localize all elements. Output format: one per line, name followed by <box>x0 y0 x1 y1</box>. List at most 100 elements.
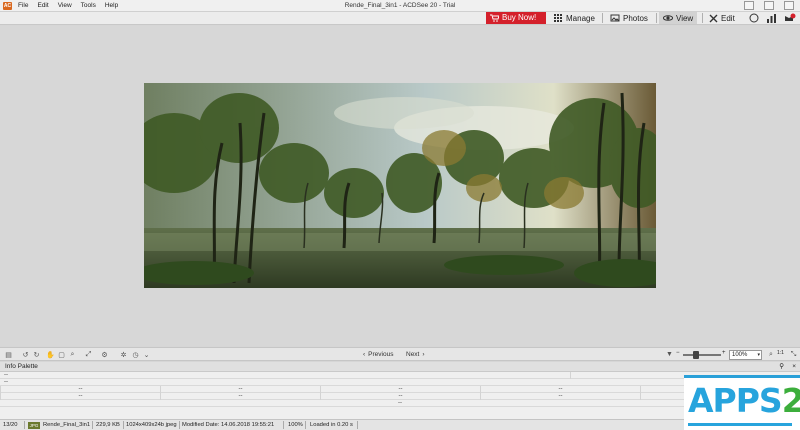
mode-photos-label: Photos <box>623 13 648 23</box>
acdsee-365-button[interactable] <box>748 13 760 23</box>
apps24-watermark-logo: APPS24 <box>684 375 800 430</box>
info-cell: -- <box>0 393 160 400</box>
circle-badge-icon <box>749 13 759 23</box>
menu-tools[interactable]: Tools <box>81 2 96 9</box>
notifications-button[interactable] <box>783 13 797 23</box>
status-filename: Rende_Final_3in1 <box>43 422 91 428</box>
status-modified-date: Modified Date: 14.06.2018 19:55:21 <box>182 422 275 428</box>
title-bar: AC File Edit View Tools Help Rende_Final… <box>0 0 800 12</box>
menu-file[interactable]: File <box>18 2 28 9</box>
file-type-badge: JPG <box>28 422 40 429</box>
status-load-time: Loaded in 0.20 s <box>310 422 353 428</box>
zoom-in-icon[interactable]: + <box>722 350 726 356</box>
zoom-slider[interactable]: − + <box>676 350 728 359</box>
info-palette-header: Info Palette ⚲ × <box>0 362 800 372</box>
mode-edit-label: Edit <box>721 13 735 23</box>
zoom-tool-icon[interactable]: ⌕ <box>68 350 77 359</box>
menu-bar: File Edit View Tools Help <box>18 2 118 9</box>
menu-help[interactable]: Help <box>105 2 118 9</box>
actual-size-label[interactable]: 1:1 <box>777 350 784 356</box>
mode-edit[interactable]: Edit <box>705 12 739 24</box>
info-cell: -- <box>4 372 8 378</box>
more-dropdown-icon[interactable]: ⌄ <box>142 350 151 359</box>
mode-manage-label: Manage <box>566 13 595 23</box>
status-separator <box>357 421 358 429</box>
buy-now-label: Buy Now! <box>502 13 537 22</box>
magnifier-icon[interactable]: ⌕ <box>767 350 775 359</box>
info-cell: -- <box>480 386 640 393</box>
mode-separator <box>602 13 603 23</box>
zoom-slider-thumb[interactable] <box>693 351 699 359</box>
full-screen-icon[interactable]: ⤡ <box>789 350 798 359</box>
rotate-right-icon[interactable]: ↻ <box>32 350 41 359</box>
watermark-text-accent: 24 <box>781 381 800 420</box>
info-cell: -- <box>160 393 320 400</box>
info-palette: Info Palette ⚲ × -- -- -- -- -- -- -- --… <box>0 362 800 419</box>
info-cell: -- <box>4 379 8 385</box>
status-separator <box>123 421 124 429</box>
status-separator <box>283 421 284 429</box>
mode-view[interactable]: View <box>659 12 698 24</box>
status-separator <box>179 421 180 429</box>
zoom-level-value: 100% <box>732 352 748 358</box>
chevron-down-icon: ▾ <box>757 352 760 358</box>
window-controls <box>744 0 794 10</box>
minimize-button[interactable] <box>744 1 754 10</box>
status-file-size: 229,9 KB <box>96 422 120 428</box>
status-dimensions: 1024x409x24b jpeg <box>126 422 177 428</box>
mode-view-label: View <box>676 13 694 23</box>
notification-icon <box>785 13 796 21</box>
image-viewer[interactable] <box>0 26 800 346</box>
info-row: -- <box>0 400 800 407</box>
select-tool-icon[interactable]: ▢ <box>57 350 66 359</box>
maximize-button[interactable] <box>764 1 774 10</box>
previous-label: Previous <box>368 351 394 358</box>
acdsee-app-icon[interactable]: AC <box>3 2 12 10</box>
filmstrip-toggle-icon[interactable]: ▼ <box>665 350 674 359</box>
zoom-out-icon[interactable]: − <box>676 350 680 356</box>
info-row: -- <box>0 372 800 379</box>
info-cell: -- <box>160 386 320 393</box>
watermark-underline <box>688 423 792 426</box>
grid-icon <box>554 14 562 22</box>
edit-tools-icon <box>709 14 718 22</box>
rotate-left-icon[interactable]: ↺ <box>21 350 30 359</box>
info-cell: -- <box>480 393 640 400</box>
fit-image-icon[interactable]: ⤢ <box>84 350 93 359</box>
pin-icon[interactable]: ⚲ <box>779 362 784 372</box>
info-cell: -- <box>398 400 402 406</box>
window-title: Rende_Final_3in1 - ACDSee 20 - Trial <box>344 2 456 9</box>
history-icon[interactable]: ◷ <box>131 350 140 359</box>
forest-landscape-image <box>144 83 656 288</box>
dashboard-button[interactable] <box>765 13 777 23</box>
forest-landscape-illustration <box>144 83 656 288</box>
viewer-toolbar: ▤ ↺ ↻ ✋ ▢ ⌕ ⤢ ⚙ ✲ ◷ ⌄ ‹ Previous Next › … <box>0 347 800 361</box>
info-palette-title: Info Palette <box>5 363 38 370</box>
buy-now-button[interactable]: Buy Now! <box>486 12 546 24</box>
status-separator <box>92 421 93 429</box>
info-row: -- -- -- -- -- <box>0 393 800 400</box>
image-position: 13/20 <box>3 422 18 428</box>
status-zoom: 100% <box>288 422 303 428</box>
settings-icon[interactable]: ⚙ <box>100 350 109 359</box>
info-row: -- <box>0 379 800 386</box>
watermark-text-main: APPS <box>688 381 783 420</box>
photos-icon <box>610 14 620 22</box>
previous-button[interactable]: ‹ Previous <box>363 351 393 358</box>
close-icon[interactable]: × <box>792 362 796 372</box>
menu-view[interactable]: View <box>58 2 72 9</box>
mode-manage[interactable]: Manage <box>550 12 599 24</box>
auto-lens-icon[interactable]: ✲ <box>119 350 128 359</box>
status-separator <box>305 421 306 429</box>
close-button[interactable] <box>784 1 794 10</box>
hand-tool-icon[interactable]: ✋ <box>46 350 55 359</box>
image-basket-icon[interactable]: ▤ <box>4 350 13 359</box>
status-separator <box>24 421 25 429</box>
info-row: -- -- -- -- -- <box>0 386 800 393</box>
menu-edit[interactable]: Edit <box>37 2 48 9</box>
eye-icon <box>663 15 673 21</box>
mode-photos[interactable]: Photos <box>606 12 652 24</box>
zoom-level-select[interactable]: 100% ▾ <box>729 350 762 360</box>
chevron-left-icon: ‹ <box>363 351 366 358</box>
next-button[interactable]: Next › <box>406 351 425 358</box>
